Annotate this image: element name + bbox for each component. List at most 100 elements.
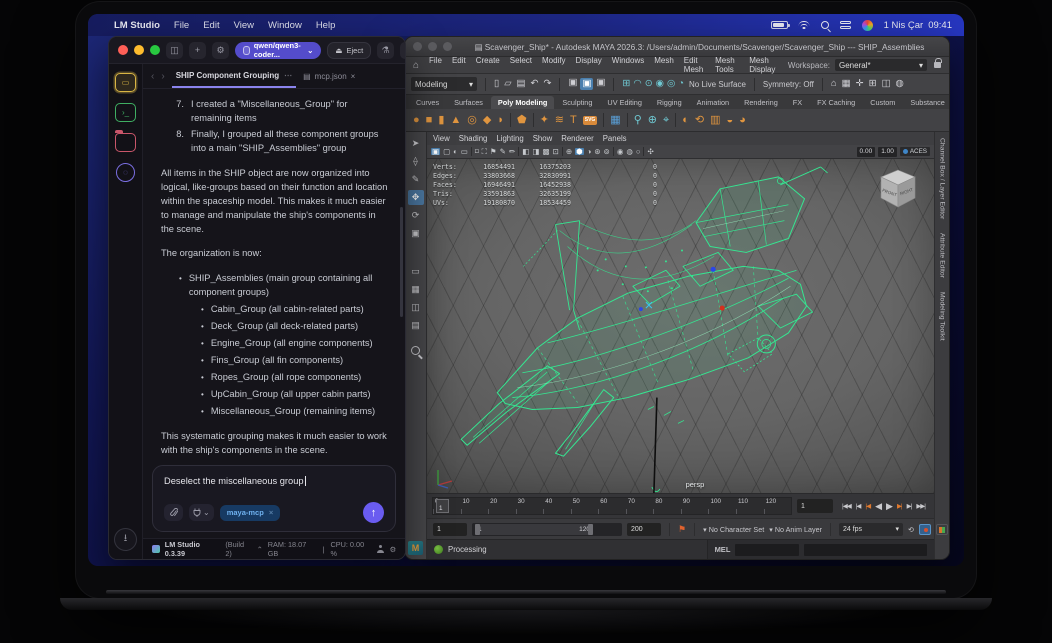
freeze-transform-icon[interactable]: ⊕: [648, 114, 657, 126]
right-panel-tab[interactable]: Modeling Toolkit: [939, 292, 946, 341]
shelf-tab[interactable]: UV Editing: [600, 96, 648, 109]
time-tick[interactable]: 110: [736, 498, 764, 514]
time-tick[interactable]: 100: [708, 498, 736, 514]
exposure-field[interactable]: 0.00: [856, 146, 876, 157]
time-tick[interactable]: 90: [680, 498, 709, 514]
sidebar-chat-icon[interactable]: ▭: [115, 73, 136, 92]
poly-sphere-icon[interactable]: ●: [413, 114, 420, 126]
settings-gear-icon[interactable]: ⚙: [389, 545, 396, 554]
anti-alias-icon[interactable]: ⊚: [604, 148, 610, 156]
poly-cube-icon[interactable]: ■: [426, 114, 433, 126]
combine-icon[interactable]: ▥: [710, 114, 720, 126]
poly-disc-icon[interactable]: ◗: [497, 114, 504, 126]
bookmark-icon[interactable]: ⚑: [678, 524, 686, 535]
snap-view-plane-icon[interactable]: ◎: [667, 79, 675, 89]
smooth-icon[interactable]: ◕: [739, 114, 746, 126]
zoom-tool-icon[interactable]: [411, 346, 420, 355]
frame-all-icon[interactable]: ◫: [882, 79, 891, 89]
sidebar-developer-icon[interactable]: ›_: [115, 103, 136, 122]
mirror-icon[interactable]: ⟲: [695, 114, 704, 126]
move-tool-icon[interactable]: ✥: [407, 190, 424, 205]
lighting-all-icon[interactable]: ⊕: [566, 148, 572, 156]
model-select[interactable]: qwen/qwen3-coder... ⌄: [235, 41, 322, 59]
outliner-layout-icon[interactable]: ▤: [408, 318, 424, 333]
chat-input[interactable]: Deselect the miscellaneous group: [164, 476, 384, 486]
maya-menu-item[interactable]: Mesh Display: [749, 56, 778, 74]
send-button[interactable]: ↑: [363, 502, 384, 523]
shelf-tab[interactable]: Rendering: [737, 96, 785, 109]
panel-menu-item[interactable]: Show: [533, 134, 553, 143]
shelf-tab[interactable]: FX: [786, 96, 809, 109]
eject-model-button[interactable]: ⏏ Eject: [327, 41, 372, 59]
menubar-item[interactable]: Edit: [203, 20, 219, 31]
sweep-mesh-icon[interactable]: ≋: [555, 114, 564, 126]
poly-torus-icon[interactable]: ◎: [467, 114, 477, 126]
next-key-button[interactable]: ▶|: [907, 502, 913, 510]
mel-label[interactable]: MEL: [715, 545, 731, 554]
prev-key-button[interactable]: |◀: [856, 502, 862, 510]
play-button[interactable]: ▶: [886, 501, 893, 512]
grease-pencil-icon[interactable]: ✎: [500, 148, 506, 156]
time-tick[interactable]: 60: [598, 498, 626, 514]
menubar-app-name[interactable]: LM Studio: [114, 20, 160, 31]
time-tick[interactable]: 10: [460, 498, 489, 514]
separator[interactable]: [675, 113, 677, 127]
motion-blur-icon[interactable]: ⊛: [594, 148, 600, 156]
use-default-material-icon[interactable]: ⊡: [553, 148, 559, 156]
separator[interactable]: [612, 147, 614, 156]
panel-menu-item[interactable]: Panels: [603, 134, 627, 143]
home-icon[interactable]: ⌂: [413, 60, 419, 71]
tab-mcp-json[interactable]: ▤ mcp.json ×: [303, 72, 355, 81]
anim-layer-select[interactable]: ▾ No Anim Layer: [769, 525, 822, 534]
colorspace-badge[interactable]: ACES: [899, 147, 930, 156]
loop-icon[interactable]: ⟲: [908, 525, 914, 534]
maya-menu-item[interactable]: Edit Mesh: [684, 56, 705, 74]
current-frame-marker[interactable]: 1: [436, 499, 449, 513]
character-icon[interactable]: ✛: [856, 79, 864, 89]
poly-cone-icon[interactable]: ▲: [450, 114, 461, 126]
tab-ship-component-grouping[interactable]: SHIP Component Grouping ⋯: [171, 64, 297, 88]
open-scene-icon[interactable]: ▱: [504, 79, 511, 89]
select-component-icon[interactable]: ▣: [596, 78, 605, 90]
chat-scrollbar[interactable]: [400, 207, 403, 317]
maya-menu-item[interactable]: Mesh: [654, 56, 674, 74]
menubar-clock[interactable]: 1 Nis Çar 09:41: [884, 20, 952, 31]
maya-window-controls[interactable]: [413, 42, 452, 51]
two-pane-layout-icon[interactable]: ◫: [408, 300, 424, 315]
settings-gear-icon[interactable]: ⚙: [212, 41, 229, 59]
separator[interactable]: [532, 113, 534, 127]
status-app-icon[interactable]: [861, 19, 873, 31]
select-object-icon[interactable]: ▣: [580, 78, 594, 90]
poly-plane-icon[interactable]: ◆: [483, 114, 491, 126]
fps-select[interactable]: 24 fps ▾: [838, 522, 903, 536]
time-slider-track[interactable]: 0102030405060708090100110120 1: [432, 497, 793, 515]
snapshot-icon[interactable]: ✏: [509, 148, 515, 156]
downloads-button[interactable]: ⭳: [114, 528, 137, 551]
panel-menu-item[interactable]: Renderer: [561, 134, 594, 143]
maya-menu-item[interactable]: Edit: [452, 56, 466, 74]
attach-file-button[interactable]: [164, 504, 183, 521]
separator[interactable]: [626, 113, 628, 127]
character-set-select[interactable]: ▾ No Character Set: [703, 525, 764, 534]
snap-curve-icon[interactable]: ◠: [633, 79, 641, 89]
save-scene-icon[interactable]: ▤: [517, 79, 526, 89]
panel-menu-item[interactable]: View: [433, 134, 450, 143]
redo-icon[interactable]: ↷: [544, 79, 552, 89]
spotlight-search-icon[interactable]: [820, 21, 829, 29]
scale-tool-icon[interactable]: ▣: [408, 226, 424, 241]
lmstudio-window-controls[interactable]: [118, 45, 160, 55]
multi-cut-icon[interactable]: ▦: [610, 114, 620, 126]
boolean-icon[interactable]: ◐: [682, 114, 689, 126]
shadows-icon[interactable]: ⬢: [575, 148, 584, 156]
sidebar-toggle-icon[interactable]: ◫: [166, 41, 183, 59]
go-to-end-button[interactable]: ▶▶|: [916, 502, 926, 510]
panel-menu-item[interactable]: Shading: [459, 134, 488, 143]
oversampling-icon[interactable]: ⚑: [490, 148, 497, 156]
live-surface-field[interactable]: No Live Surface: [689, 80, 746, 89]
gamma-field[interactable]: 1.00: [878, 146, 897, 157]
single-pane-layout-icon[interactable]: ▭: [408, 264, 424, 279]
maya-menu-item[interactable]: Mesh Tools: [715, 56, 739, 74]
frame-selection-icon[interactable]: ⊞: [869, 79, 877, 89]
lasso-tool-icon[interactable]: ⟠: [408, 154, 424, 169]
menu-set-select[interactable]: Modeling ▾: [411, 77, 477, 91]
